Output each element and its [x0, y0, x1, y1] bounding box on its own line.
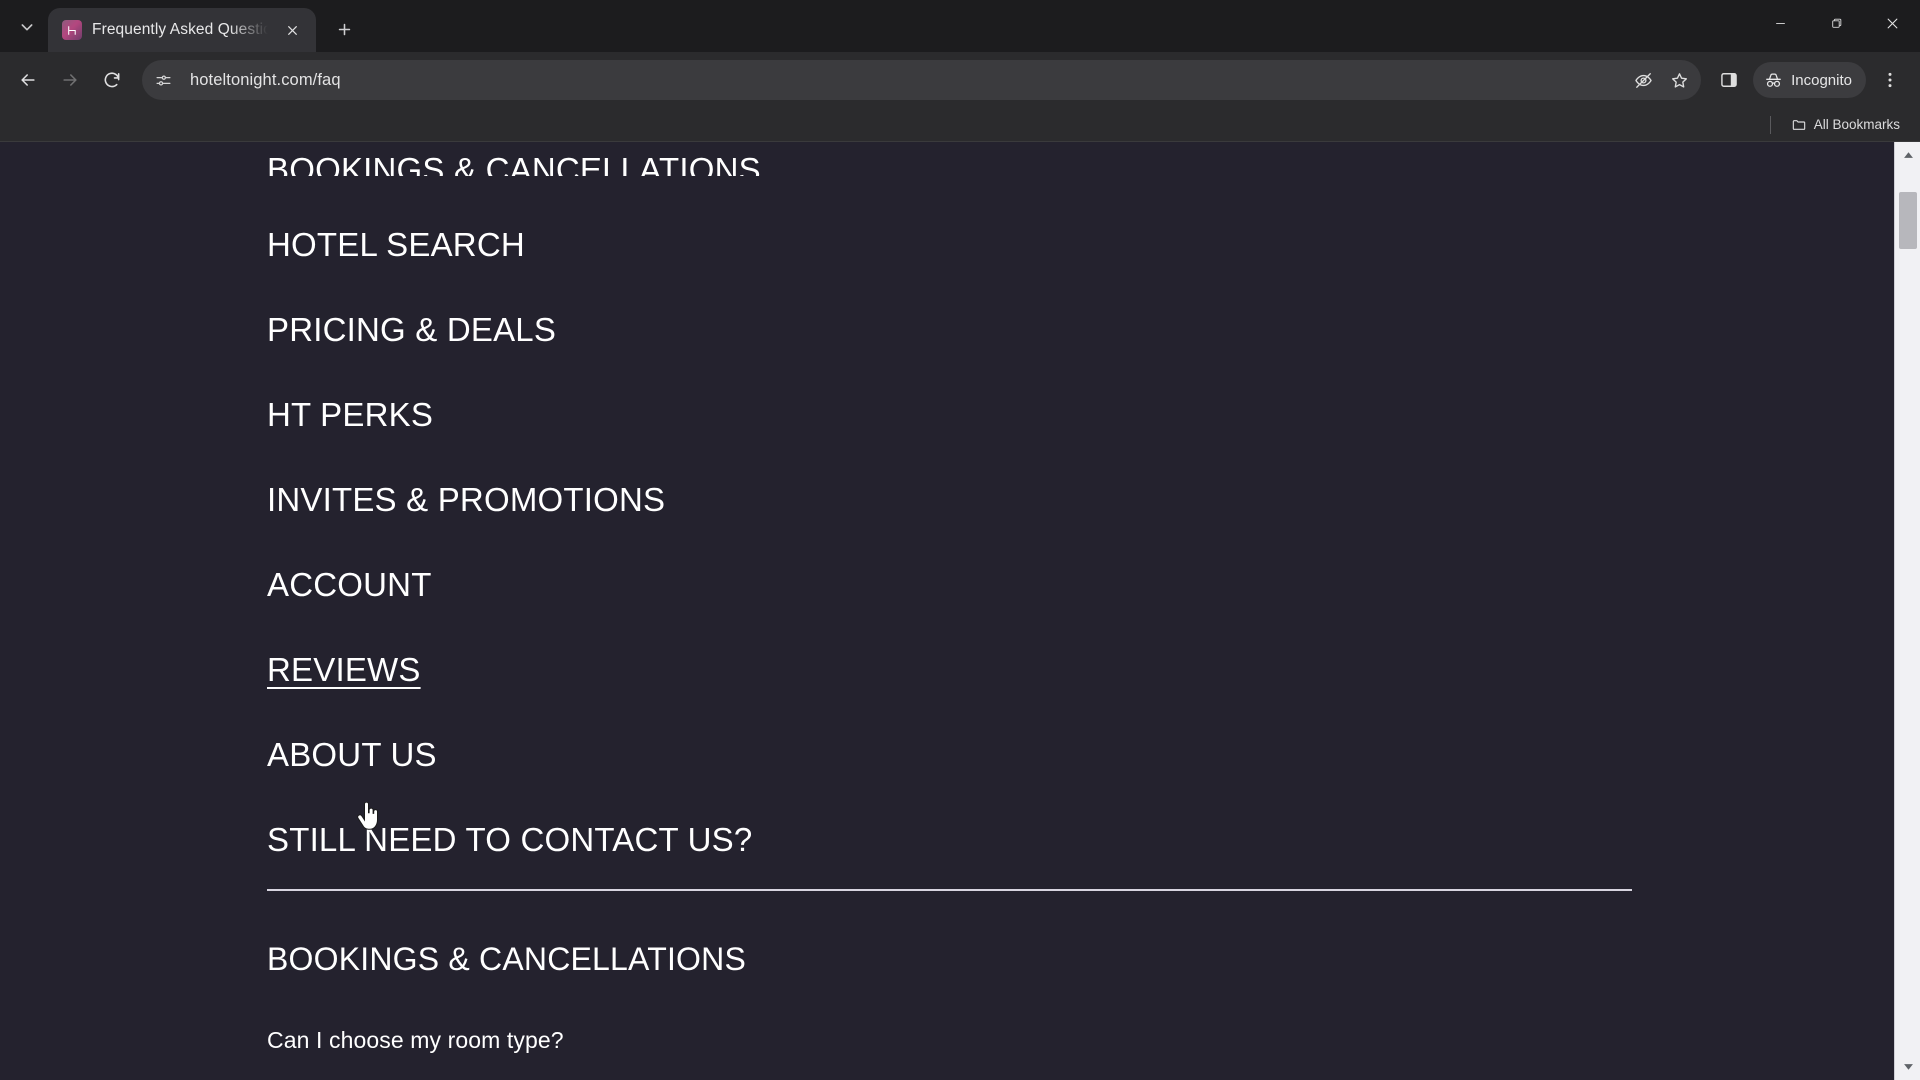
faq-nav-link-ht-perks[interactable]: HT PERKS — [267, 398, 433, 431]
url-text[interactable]: hoteltonight.com/faq — [182, 71, 1623, 90]
star-icon[interactable] — [1663, 64, 1695, 96]
close-window-button[interactable] — [1864, 0, 1920, 46]
faq-nav-link-invites-promotions[interactable]: INVITES & PROMOTIONS — [267, 483, 665, 516]
tab-search-icon[interactable] — [6, 6, 48, 48]
browser-window: Frequently Asked Questions - H — [0, 0, 1920, 1080]
faq-nav-link-pricing-deals[interactable]: PRICING & DEALS — [267, 313, 556, 346]
nav-row: INVITES & PROMOTIONS — [267, 431, 1894, 516]
faq-nav-link-account[interactable]: ACCOUNT — [267, 568, 432, 601]
nav-row: HT PERKS — [267, 346, 1894, 431]
faq-category-nav: BOOKINGS & CANCELLATIONS HOTEL SEARCH PR… — [267, 142, 1894, 856]
minimize-button[interactable] — [1752, 0, 1808, 46]
faq-section-heading: BOOKINGS & CANCELLATIONS — [267, 941, 746, 977]
faq-nav-link-bookings-cancellations[interactable]: BOOKINGS & CANCELLATIONS — [267, 153, 761, 176]
bookmarks-separator — [1769, 115, 1771, 134]
folder-icon — [1792, 119, 1805, 130]
tab-close-icon[interactable] — [278, 16, 306, 44]
faq-question[interactable]: Can I choose my room type? — [267, 1029, 1894, 1052]
nav-row: REVIEWS — [267, 601, 1894, 686]
faq-page: BOOKINGS & CANCELLATIONS HOTEL SEARCH PR… — [0, 142, 1894, 1080]
page-viewport: BOOKINGS & CANCELLATIONS HOTEL SEARCH PR… — [0, 142, 1920, 1080]
side-panel-icon[interactable] — [1709, 60, 1749, 100]
faq-nav-link-contact-us[interactable]: STILL NEED TO CONTACT US? — [267, 823, 752, 856]
address-bar[interactable]: hoteltonight.com/faq — [142, 60, 1702, 100]
scroll-down-arrow-icon[interactable] — [1895, 1054, 1920, 1080]
faq-nav-link-reviews[interactable]: REVIEWS — [267, 653, 421, 686]
incognito-badge[interactable]: Incognito — [1753, 62, 1866, 98]
nav-row: BOOKINGS & CANCELLATIONS — [267, 142, 1894, 176]
page-scrollbar[interactable] — [1894, 142, 1920, 1080]
scroll-up-arrow-icon[interactable] — [1895, 142, 1920, 168]
faq-nav-link-hotel-search[interactable]: HOTEL SEARCH — [267, 228, 525, 261]
browser-toolbar: hoteltonight.com/faq Incognito — [0, 52, 1920, 108]
all-bookmarks-label: All Bookmarks — [1813, 117, 1900, 132]
nav-row: HOTEL SEARCH — [267, 176, 1894, 261]
window-controls — [1752, 0, 1920, 46]
nav-row: ABOUT US — [267, 686, 1894, 771]
nav-row: STILL NEED TO CONTACT US? — [267, 771, 1894, 856]
nav-row: ACCOUNT — [267, 516, 1894, 601]
scrollbar-thumb[interactable] — [1899, 192, 1917, 249]
tab-strip: Frequently Asked Questions - H — [0, 0, 1920, 52]
toolbar-right-actions: Incognito — [1709, 60, 1910, 100]
bookmarks-bar: All Bookmarks — [0, 108, 1920, 142]
all-bookmarks-button[interactable]: All Bookmarks — [1785, 114, 1906, 136]
hoteltonight-favicon — [62, 20, 82, 40]
tune-sliders-icon[interactable] — [148, 65, 178, 95]
tab-title: Frequently Asked Questions - H — [92, 21, 268, 38]
nav-row: PRICING & DEALS — [267, 261, 1894, 346]
reload-button[interactable] — [92, 60, 132, 100]
faq-nav-link-about-us[interactable]: ABOUT US — [267, 738, 437, 771]
section-divider — [267, 889, 1632, 891]
three-dot-menu-icon[interactable] — [1870, 60, 1910, 100]
maximize-button[interactable] — [1808, 0, 1864, 46]
back-button[interactable] — [8, 60, 48, 100]
new-tab-button[interactable] — [324, 9, 364, 49]
browser-tab[interactable]: Frequently Asked Questions - H — [48, 8, 316, 52]
incognito-label: Incognito — [1791, 71, 1852, 89]
forward-button[interactable] — [50, 60, 90, 100]
eye-slash-icon[interactable] — [1627, 64, 1659, 96]
